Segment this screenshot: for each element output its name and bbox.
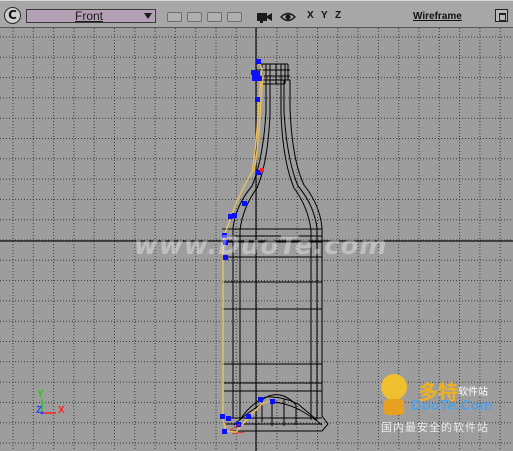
control-point[interactable] — [222, 429, 227, 434]
axis-y-button[interactable]: Y — [321, 10, 328, 21]
gizmo-x-label: X — [58, 405, 65, 416]
chevron-down-icon — [144, 13, 152, 19]
control-point[interactable] — [226, 416, 231, 421]
duote-logo: 多特 软件站 DuoTe.Com 国内最安全的软件站 — [378, 372, 508, 434]
toolbar-highlight — [0, 0, 513, 1]
control-point[interactable] — [270, 399, 275, 404]
eye-icon[interactable] — [280, 11, 296, 23]
control-point[interactable] — [220, 414, 225, 419]
layer-slot-3[interactable] — [207, 12, 222, 22]
view-name-label: Front — [75, 9, 104, 23]
logo-subtitle: 软件站 — [458, 387, 488, 398]
layer-slot-1[interactable] — [167, 12, 182, 22]
logo-slogan: 国内最安全的软件站 — [381, 421, 489, 434]
axis-x-button[interactable]: X — [307, 10, 314, 21]
layer-slot-2[interactable] — [187, 12, 202, 22]
control-point[interactable] — [256, 59, 261, 64]
control-point[interactable] — [246, 414, 251, 419]
display-mode-label[interactable]: Wireframe — [413, 11, 462, 22]
axis-z-button[interactable]: Z — [335, 10, 341, 21]
logo-url: DuoTe.Com — [411, 399, 493, 414]
viewport-toolbar: C Front X Y Z Wireframe — [0, 0, 513, 28]
control-point[interactable] — [258, 397, 263, 402]
watermark-text: www.DuoTe.com — [134, 231, 388, 261]
gizmo-y-label: Y — [37, 389, 44, 400]
gizmo-z-label: Z — [36, 405, 43, 416]
mascot-head-icon — [381, 374, 407, 400]
view-select-dropdown[interactable]: Front — [26, 9, 156, 23]
control-point[interactable] — [232, 213, 237, 218]
front-viewport[interactable]: C Front X Y Z Wireframe www.DuoTe.com Y … — [0, 0, 513, 451]
camera-icon[interactable] — [256, 11, 274, 24]
mascot-body-icon — [384, 399, 404, 415]
control-point[interactable] — [255, 97, 260, 102]
viewport-menu-icon[interactable]: C — [4, 7, 21, 24]
control-point[interactable] — [252, 71, 260, 81]
selected-control-point[interactable] — [260, 168, 264, 172]
control-point[interactable] — [242, 201, 247, 206]
layer-slot-4[interactable] — [227, 12, 242, 22]
maximize-icon[interactable] — [495, 9, 508, 22]
